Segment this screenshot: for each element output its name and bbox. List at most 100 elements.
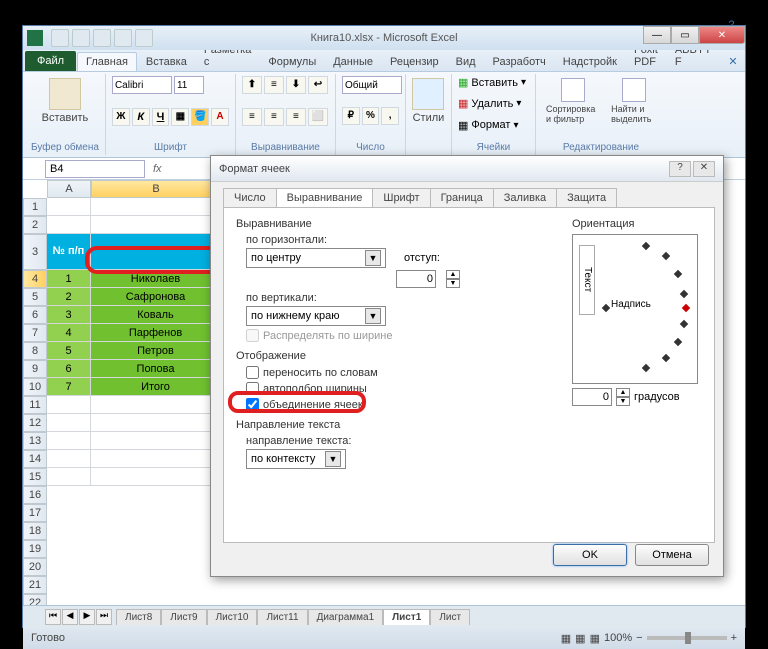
spinner-down-button[interactable]: ▼ [446,279,460,288]
dialog-help-button[interactable]: ? [669,161,691,177]
direction-combo[interactable]: по контексту ▼ [246,449,346,469]
paste-button[interactable]: Вставить [31,76,99,126]
table-cell[interactable]: 1 [47,270,91,288]
row-header[interactable]: 11 [23,396,47,414]
table-cell[interactable]: 7 [47,378,91,396]
zoom-in-button[interactable]: + [731,632,737,644]
dialog-tab-border[interactable]: Граница [430,188,494,207]
row-header[interactable]: 16 [23,486,47,504]
sheet-tab-active[interactable]: Лист1 [383,609,430,625]
font-color-button[interactable]: A [211,108,229,126]
ribbon-tab-home[interactable]: Главная [77,52,137,71]
row-header[interactable]: 2 [23,216,47,234]
dialog-tab-fill[interactable]: Заливка [493,188,557,207]
table-cell[interactable]: 2 [47,288,91,306]
row-header[interactable]: 17 [23,504,47,522]
wrap-button[interactable]: ↩ [308,76,328,94]
indent-spinner[interactable] [396,270,436,288]
qat-btn[interactable] [114,29,132,47]
minimize-button[interactable]: — [643,26,671,44]
zoom-slider[interactable] [647,636,727,640]
row-header[interactable]: 3 [23,234,47,270]
font-name-combo[interactable] [112,76,172,94]
checkbox[interactable] [246,398,259,411]
view-break-icon[interactable]: ▦ [590,632,600,645]
find-button[interactable]: Найти и выделить [607,76,660,126]
row-header[interactable]: 14 [23,450,47,468]
file-tab[interactable]: Файл [25,51,76,71]
spinner-up-button[interactable]: ▲ [616,388,630,397]
table-cell[interactable]: 3 [47,306,91,324]
ribbon-tab-view[interactable]: Вид [448,53,484,71]
number-format-combo[interactable] [342,76,402,94]
spinner-down-button[interactable]: ▼ [616,397,630,406]
name-box[interactable]: B4 [45,160,145,178]
comma-button[interactable]: , [381,107,399,125]
row-header[interactable]: 10 [23,378,47,396]
qat-redo-icon[interactable] [93,29,111,47]
cells-format-button[interactable]: ▦Формат ▾ [458,119,529,132]
sheet-tab[interactable]: Лист9 [161,609,206,625]
ribbon-tab-insert[interactable]: Вставка [138,53,195,71]
ok-button[interactable]: OK [553,544,627,566]
orientation-box[interactable]: Текст Надпись [572,234,698,384]
col-header-b[interactable]: B [91,180,221,198]
sheet-tab[interactable]: Диаграмма1 [308,609,384,625]
table-header[interactable] [91,234,221,270]
fill-color-button[interactable]: 🪣 [191,108,209,126]
dialog-close-button[interactable]: ✕ [693,161,715,177]
table-header[interactable]: № п/п [47,234,91,270]
align-right-button[interactable]: ≡ [286,108,306,126]
sheet-next-button[interactable]: ▶ [79,609,95,625]
ribbon-tab-formulas[interactable]: Формулы [260,53,324,71]
checkbox[interactable] [246,366,259,379]
row-header[interactable]: 13 [23,432,47,450]
currency-button[interactable]: ₽ [342,107,360,125]
ribbon-tab-review[interactable]: Рецензир [382,53,447,71]
row-header[interactable]: 19 [23,540,47,558]
col-header-a[interactable]: A [47,180,91,198]
maximize-button[interactable]: ▭ [671,26,699,44]
orient-arc[interactable]: Надпись [603,241,693,371]
qat-save-icon[interactable] [51,29,69,47]
row-header[interactable]: 6 [23,306,47,324]
row-header[interactable]: 22 [23,594,47,605]
table-cell[interactable]: 5 [47,342,91,360]
row-header[interactable]: 7 [23,324,47,342]
sheet-tab[interactable]: Лист10 [207,609,258,625]
sheet-last-button[interactable]: ⏭ [96,609,112,625]
table-cell[interactable]: Парфенов [91,324,221,342]
styles-button[interactable]: Стили [412,76,445,126]
ribbon-tab-addins[interactable]: Надстройк [555,53,625,71]
row-header[interactable]: 5 [23,288,47,306]
sort-button[interactable]: Сортировка и фильтр [542,76,603,126]
qat-undo-icon[interactable] [72,29,90,47]
border-button[interactable]: ▦ [171,108,189,126]
table-cell[interactable]: 6 [47,360,91,378]
row-header[interactable]: 9 [23,360,47,378]
align-center-button[interactable]: ≡ [264,108,284,126]
orient-vertical-text[interactable]: Текст [579,245,595,315]
table-cell[interactable]: Попова [91,360,221,378]
sheet-tab[interactable]: Лист11 [257,609,307,625]
align-bot-button[interactable]: ⬇ [286,76,306,94]
underline-button[interactable]: Ч [152,108,170,126]
sheet-tab[interactable]: Лист8 [116,609,161,625]
zoom-out-button[interactable]: − [636,632,642,644]
cells-delete-button[interactable]: ▦Удалить ▾ [458,97,529,110]
table-cell[interactable]: Итого [91,378,221,396]
row-header[interactable]: 20 [23,558,47,576]
row-header[interactable]: 15 [23,468,47,486]
align-top-button[interactable]: ⬆ [242,76,262,94]
zoom-value[interactable]: 100% [604,632,632,644]
sheet-prev-button[interactable]: ◀ [62,609,78,625]
row-header[interactable]: 8 [23,342,47,360]
fx-icon[interactable]: fx [153,163,162,175]
dialog-tab-font[interactable]: Шрифт [372,188,430,207]
dialog-tab-number[interactable]: Число [223,188,277,207]
table-cell[interactable]: Петров [91,342,221,360]
row-header[interactable]: 18 [23,522,47,540]
view-normal-icon[interactable]: ▦ [561,632,571,645]
align-mid-button[interactable]: ≡ [264,76,284,94]
v-align-combo[interactable]: по нижнему краю ▼ [246,306,386,326]
